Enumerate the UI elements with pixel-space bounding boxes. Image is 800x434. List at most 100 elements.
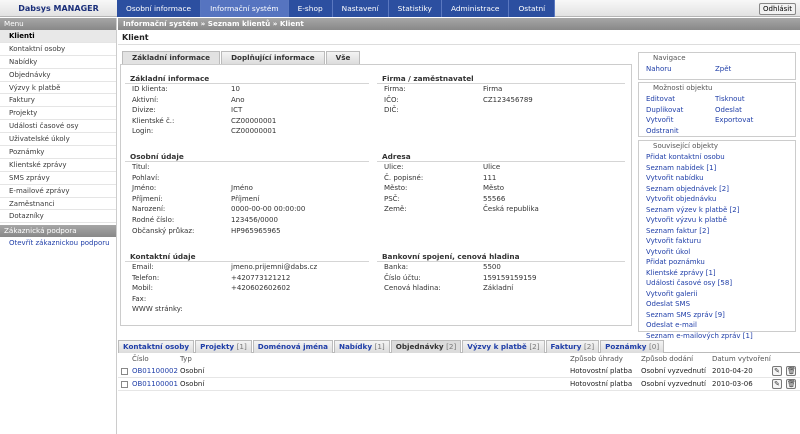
- topnav-ostatni[interactable]: Ostatní: [509, 0, 556, 17]
- related-link[interactable]: Seznam nabídek [1]: [646, 163, 795, 174]
- field-row: Aktivní: Ano: [132, 95, 245, 104]
- tab-zakladni-informace[interactable]: Základní informace: [122, 51, 221, 64]
- option-exportovat[interactable]: Exportovat: [715, 115, 795, 126]
- related-link[interactable]: Události časové osy [58]: [646, 278, 795, 289]
- box-title: Související objekty: [653, 142, 719, 150]
- nav-link-nahoru[interactable]: Nahoru: [646, 64, 715, 75]
- row-checkbox[interactable]: [121, 381, 128, 388]
- col-zpusob-dodani[interactable]: Způsob dodání: [641, 354, 693, 365]
- app-brand: Dabsys MANAGER: [18, 4, 99, 13]
- field-row: Telefon: +420773121212: [132, 273, 291, 282]
- topnav-informacni-system[interactable]: Informační systém: [201, 0, 289, 17]
- topnav-nastaveni[interactable]: Nastavení: [332, 0, 389, 17]
- breadcrumb: Informační systém » Seznam klientů » Kli…: [118, 18, 800, 30]
- field-row: Číslo účtu: 159159159159: [384, 273, 537, 282]
- topnav-osobni-informace[interactable]: Osobní informace: [117, 0, 202, 17]
- nav-link-zpet[interactable]: Zpět: [715, 64, 795, 75]
- related-link[interactable]: Vytvořit fakturu: [646, 236, 795, 247]
- col-datum-vytvoreni[interactable]: Datum vytvoření: [712, 354, 771, 365]
- field-row: Divize: ICT: [132, 106, 243, 115]
- logout-button[interactable]: Odhlásit: [759, 3, 796, 15]
- related-link[interactable]: Seznam SMS zpráv [9]: [646, 310, 795, 321]
- btab-vyzvy-k-platbe[interactable]: Výzvy k platbě [2]: [462, 340, 545, 353]
- field-row: Město: Město: [384, 184, 505, 193]
- order-date: 2010-03-06: [712, 380, 753, 388]
- option-duplikovat[interactable]: Duplikovat: [646, 105, 715, 116]
- related-link[interactable]: Odeslat e-mail: [646, 320, 795, 331]
- field-row: Rodné číslo: 123456/0000: [132, 215, 278, 224]
- address-section: Adresa Ulice: Ulice Č. popisné: 111 Město:…: [377, 151, 625, 215]
- field-row: Příjmení: Příjmení: [132, 194, 260, 203]
- btab-projekty[interactable]: Projekty [1]: [195, 340, 252, 353]
- order-type: Osobní: [180, 367, 205, 375]
- related-link[interactable]: Klientské zprávy [1]: [646, 268, 795, 279]
- related-link[interactable]: Seznam objednávek [2]: [646, 184, 795, 195]
- sidebar-item-projekty[interactable]: Projekty: [0, 107, 116, 121]
- order-number-link[interactable]: OB01100001: [132, 378, 178, 391]
- related-link[interactable]: Seznam výzev k platbě [2]: [646, 205, 795, 216]
- sidebar-item-klientske-zpravy[interactable]: Klientské zprávy: [0, 159, 116, 172]
- related-link[interactable]: Vytvořit galerii: [646, 289, 795, 300]
- sidebar-item-udalosti[interactable]: Události časové osy: [0, 120, 116, 134]
- related-link[interactable]: Seznam faktur [2]: [646, 226, 795, 237]
- btab-poznamky[interactable]: Poznámky [0]: [600, 340, 665, 353]
- trash-icon[interactable]: 🗑: [786, 379, 796, 389]
- box-title: Navigace: [653, 54, 686, 62]
- field-row: Banka: 5500: [384, 263, 501, 271]
- sidebar: Menu Klienti Kontaktní osoby Nabídky Obj…: [0, 18, 117, 434]
- related-link[interactable]: Přidat kontaktní osobu: [646, 152, 795, 163]
- top-nav: Osobní informace Informační systém E-sho…: [117, 0, 556, 17]
- btab-kontaktni-osoby[interactable]: Kontaktní osoby: [118, 340, 195, 353]
- object-options-box: Možnosti objektu Editovat Tisknout Dupli…: [638, 82, 796, 137]
- btab-objednavky[interactable]: Objednávky [2]: [390, 340, 462, 353]
- col-cislo[interactable]: Číslo: [132, 354, 149, 365]
- option-odeslat[interactable]: Odeslat: [715, 105, 795, 116]
- sidebar-item-klienti[interactable]: Klienti: [0, 30, 116, 43]
- sidebar-item-poznamky[interactable]: Poznámky: [0, 146, 116, 159]
- table-row: OB01100002 Osobní Hotovostní platba Osob…: [118, 365, 800, 378]
- option-vytvorit[interactable]: Vytvořit: [646, 115, 715, 126]
- option-tisknout[interactable]: Tisknout: [715, 94, 795, 105]
- sidebar-support-title: Zákaznická podpora: [0, 225, 116, 238]
- sidebar-item-objednavky[interactable]: Objednávky: [0, 69, 116, 82]
- btab-domenova-jmena[interactable]: Doménová jména: [252, 340, 333, 353]
- related-link[interactable]: Vytvořit nabídku: [646, 173, 795, 184]
- edit-icon[interactable]: ✎: [772, 366, 782, 376]
- tab-doplnujici-informace[interactable]: Doplňující informace: [221, 51, 325, 64]
- trash-icon[interactable]: 🗑: [786, 366, 796, 376]
- edit-icon[interactable]: ✎: [772, 379, 782, 389]
- sidebar-item-vyzvy-k-platbe[interactable]: Výzvy k platbě: [0, 82, 116, 95]
- order-number-link[interactable]: OB01100002: [132, 365, 178, 378]
- tab-vse[interactable]: Vše: [325, 51, 361, 64]
- sidebar-item-emailove-zpravy[interactable]: E-mailové zprávy: [0, 185, 116, 198]
- related-link[interactable]: Vytvořit objednávku: [646, 194, 795, 205]
- col-typ[interactable]: Typ: [180, 354, 192, 365]
- col-zpusob-uhrady[interactable]: Způsob úhrady: [570, 354, 623, 365]
- related-link[interactable]: Vytvořit úkol: [646, 247, 795, 258]
- sidebar-item-nabidky[interactable]: Nabídky: [0, 56, 116, 69]
- row-checkbox[interactable]: [121, 368, 128, 375]
- topnav-statistiky[interactable]: Statistiky: [388, 0, 442, 17]
- field-row: Pohlaví:: [132, 173, 160, 182]
- btab-nabidky[interactable]: Nabídky [1]: [333, 340, 390, 353]
- support-link[interactable]: Otevřít zákaznickou podporu: [0, 237, 116, 250]
- sidebar-item-sms-zpravy[interactable]: SMS zprávy: [0, 172, 116, 185]
- sidebar-item-dotazniky[interactable]: Dotazníky: [0, 210, 116, 224]
- related-link[interactable]: Přidat poznámku: [646, 257, 795, 268]
- topnav-eshop[interactable]: E-shop: [288, 0, 333, 17]
- related-link[interactable]: Odeslat SMS: [646, 299, 795, 310]
- related-link[interactable]: Vytvořit výzvu k platbě: [646, 215, 795, 226]
- sidebar-item-kontaktni-osoby[interactable]: Kontaktní osoby: [0, 43, 116, 56]
- field-row: PSČ: 55566: [384, 194, 506, 203]
- box-title: Možnosti objektu: [653, 84, 713, 92]
- page-title: Klient: [118, 31, 800, 45]
- option-odstranit[interactable]: Odstranit: [646, 126, 715, 137]
- option-editovat[interactable]: Editovat: [646, 94, 715, 105]
- sidebar-item-zamestnanci[interactable]: Zaměstnanci: [0, 198, 116, 211]
- field-row: ID klienta: 10: [132, 85, 240, 93]
- topnav-administrace[interactable]: Administrace: [441, 0, 510, 17]
- btab-faktury[interactable]: Faktury [2]: [545, 340, 600, 353]
- sidebar-item-ukoly[interactable]: Uživatelské úkoly: [0, 133, 116, 147]
- sidebar-item-faktury[interactable]: Faktury: [0, 94, 116, 108]
- order-type: Osobní: [180, 380, 205, 388]
